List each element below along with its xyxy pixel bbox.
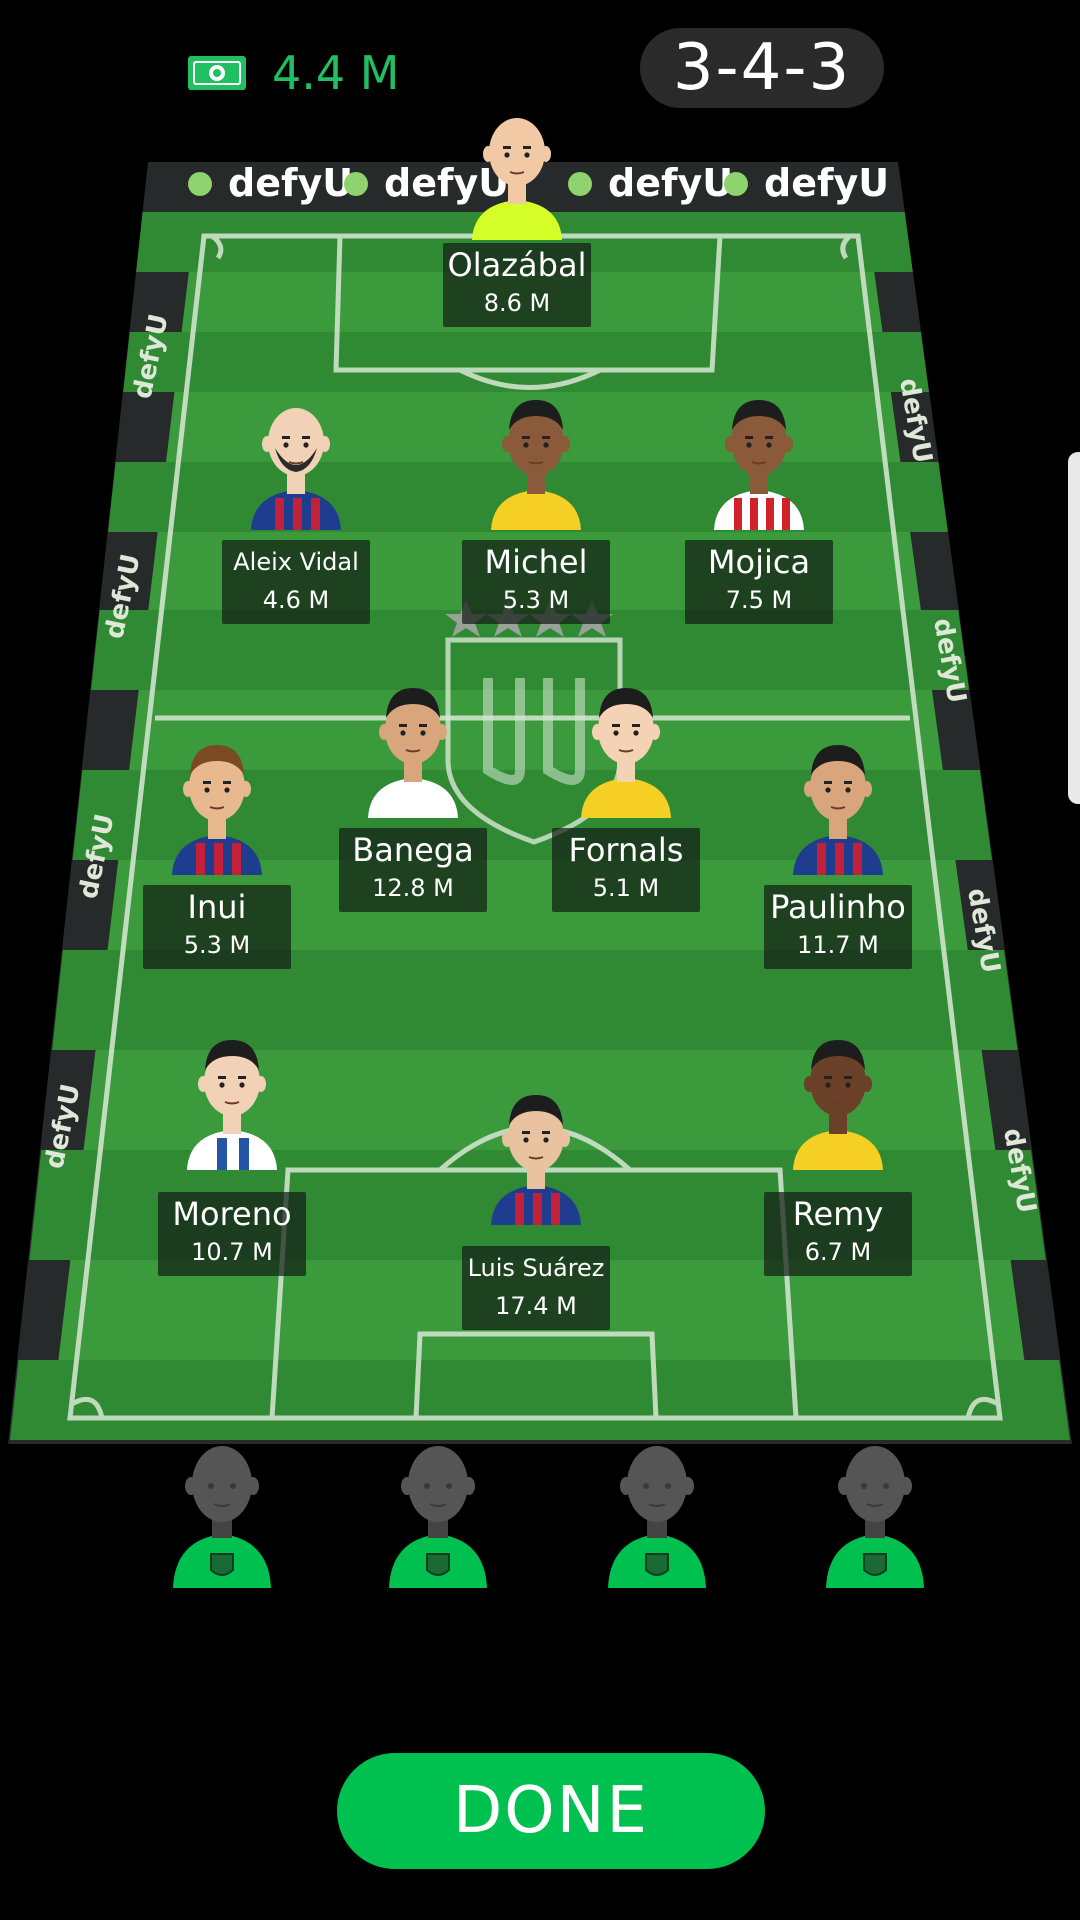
player-price: 5.1 M bbox=[592, 874, 660, 902]
player-label: Luis Suárez 17.4 M bbox=[462, 1246, 610, 1330]
empty-player-icon bbox=[826, 1446, 924, 1588]
svg-text:defyU: defyU bbox=[608, 161, 733, 205]
player-slot[interactable]: Olazábal 8.6 M bbox=[437, 100, 597, 340]
budget-amount: 4.4 M bbox=[272, 46, 400, 100]
player-price: 4.6 M bbox=[262, 586, 330, 614]
player-name: Paulinho bbox=[770, 888, 906, 926]
player-slot[interactable]: Banega 12.8 M bbox=[333, 678, 493, 918]
player-price: 6.7 M bbox=[804, 1238, 872, 1266]
svg-text:defyU: defyU bbox=[764, 161, 889, 205]
player-price: 7.5 M bbox=[725, 586, 793, 614]
player-avatar-icon bbox=[368, 688, 458, 818]
bench-slot-empty[interactable] bbox=[167, 1428, 277, 1588]
player-label: Fornals 5.1 M bbox=[552, 828, 700, 912]
done-button[interactable]: DONE bbox=[337, 1753, 765, 1869]
player-slot[interactable]: Moreno 10.7 M bbox=[152, 1030, 312, 1276]
player-slot[interactable]: Aleix Vidal 4.6 M bbox=[216, 390, 376, 630]
player-name: Luis Suárez bbox=[467, 1254, 605, 1282]
bench-slot-empty[interactable] bbox=[383, 1428, 493, 1588]
player-avatar-icon bbox=[472, 118, 562, 240]
player-price: 5.3 M bbox=[183, 931, 251, 959]
player-avatar-icon bbox=[187, 1040, 277, 1170]
player-avatar-icon bbox=[491, 400, 581, 530]
player-price: 10.7 M bbox=[191, 1238, 273, 1266]
player-price: 5.3 M bbox=[502, 586, 570, 614]
player-slot[interactable]: Fornals 5.1 M bbox=[546, 678, 706, 918]
player-avatar-icon bbox=[251, 408, 341, 530]
formation-selector-button[interactable]: 3-4-3 bbox=[640, 28, 884, 108]
player-label: Inui 5.3 M bbox=[143, 885, 291, 969]
empty-player-icon bbox=[389, 1446, 487, 1588]
player-avatar-icon bbox=[581, 688, 671, 818]
player-label: Moreno 10.7 M bbox=[158, 1192, 306, 1276]
bench-slot-empty[interactable] bbox=[820, 1428, 930, 1588]
player-price: 11.7 M bbox=[797, 931, 879, 959]
player-name: Michel bbox=[484, 543, 588, 581]
player-price: 17.4 M bbox=[495, 1292, 577, 1320]
player-avatar-icon bbox=[491, 1095, 581, 1225]
player-slot[interactable]: Michel 5.3 M bbox=[456, 390, 616, 630]
player-slot[interactable]: Paulinho 11.7 M bbox=[758, 735, 918, 975]
player-label: Banega 12.8 M bbox=[339, 828, 487, 912]
player-name: Inui bbox=[187, 888, 247, 926]
player-label: Aleix Vidal 4.6 M bbox=[222, 540, 370, 624]
player-price: 12.8 M bbox=[372, 874, 454, 902]
player-name: Moreno bbox=[172, 1195, 292, 1233]
player-slot[interactable]: Remy 6.7 M bbox=[758, 1030, 918, 1276]
svg-text:defyU: defyU bbox=[228, 161, 353, 205]
player-label: Olazábal 8.6 M bbox=[443, 243, 591, 327]
empty-player-icon bbox=[608, 1446, 706, 1588]
player-slot[interactable]: Luis Suárez 17.4 M bbox=[456, 1085, 616, 1330]
player-label: Paulinho 11.7 M bbox=[764, 885, 912, 969]
player-label: Michel 5.3 M bbox=[462, 540, 610, 624]
player-slot[interactable]: Mojica 7.5 M bbox=[679, 390, 839, 630]
cash-icon bbox=[188, 56, 246, 90]
side-scroll-handle[interactable] bbox=[1068, 452, 1080, 804]
budget-display: 4.4 M bbox=[184, 50, 399, 96]
player-avatar-icon bbox=[172, 745, 262, 875]
player-slot[interactable]: Inui 5.3 M bbox=[137, 735, 297, 975]
player-avatar-icon bbox=[714, 400, 804, 530]
player-price: 8.6 M bbox=[483, 289, 551, 317]
player-name: Banega bbox=[352, 831, 474, 869]
player-label: Mojica 7.5 M bbox=[685, 540, 833, 624]
player-name: Remy bbox=[792, 1195, 884, 1233]
player-avatar-icon bbox=[793, 745, 883, 875]
empty-player-icon bbox=[173, 1446, 271, 1588]
player-avatar-icon bbox=[793, 1040, 883, 1170]
player-name: Olazábal bbox=[447, 246, 587, 284]
player-name: Fornals bbox=[568, 831, 684, 869]
player-name: Aleix Vidal bbox=[233, 548, 359, 576]
bench-slot-empty[interactable] bbox=[602, 1428, 712, 1588]
player-label: Remy 6.7 M bbox=[764, 1192, 912, 1276]
player-name: Mojica bbox=[707, 543, 811, 581]
